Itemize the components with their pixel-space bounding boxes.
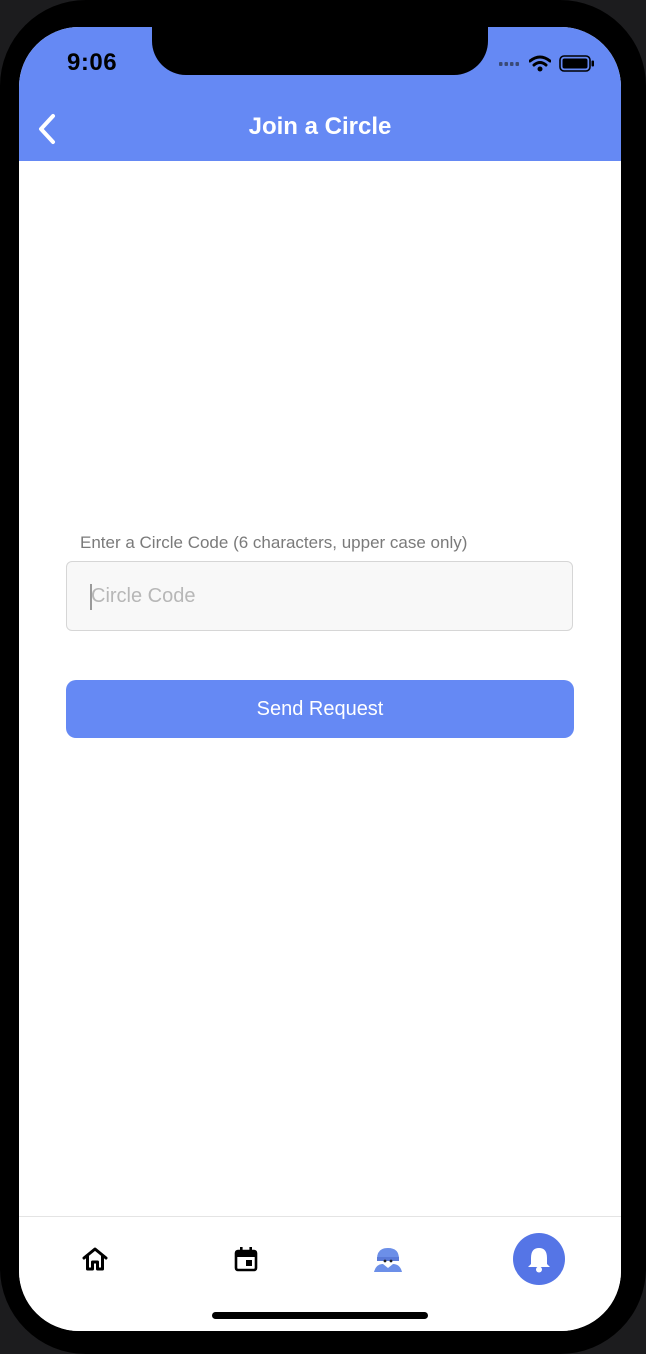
tab-circle[interactable] [362, 1233, 414, 1285]
text-caret [90, 584, 92, 610]
calendar-icon [234, 1247, 258, 1272]
send-request-button[interactable]: Send Request [66, 680, 574, 738]
tab-home[interactable] [69, 1233, 121, 1285]
people-icon [374, 1248, 402, 1272]
home-icon [82, 1247, 108, 1271]
home-indicator [212, 1312, 428, 1319]
signal-icon [499, 62, 519, 66]
page-title: Join a Circle [248, 113, 392, 140]
app-screen: 9:06 Join a Circle Enter a Circle Code (… [19, 27, 621, 1331]
nav-header: 9:06 Join a Circle [19, 27, 621, 161]
bell-icon [528, 1248, 550, 1273]
status-icons [499, 53, 595, 73]
circle-code-label: Enter a Circle Code (6 characters, upper… [80, 533, 468, 552]
status-time: 9:06 [67, 49, 118, 76]
tab-notifications[interactable] [513, 1233, 565, 1285]
device-notch [152, 27, 488, 75]
battery-icon [559, 54, 594, 72]
circle-code-input[interactable] [66, 561, 573, 631]
tab-calendar[interactable] [220, 1233, 272, 1285]
wifi-icon [529, 55, 551, 71]
device-frame: 9:06 Join a Circle Enter a Circle Code (… [0, 0, 646, 1354]
